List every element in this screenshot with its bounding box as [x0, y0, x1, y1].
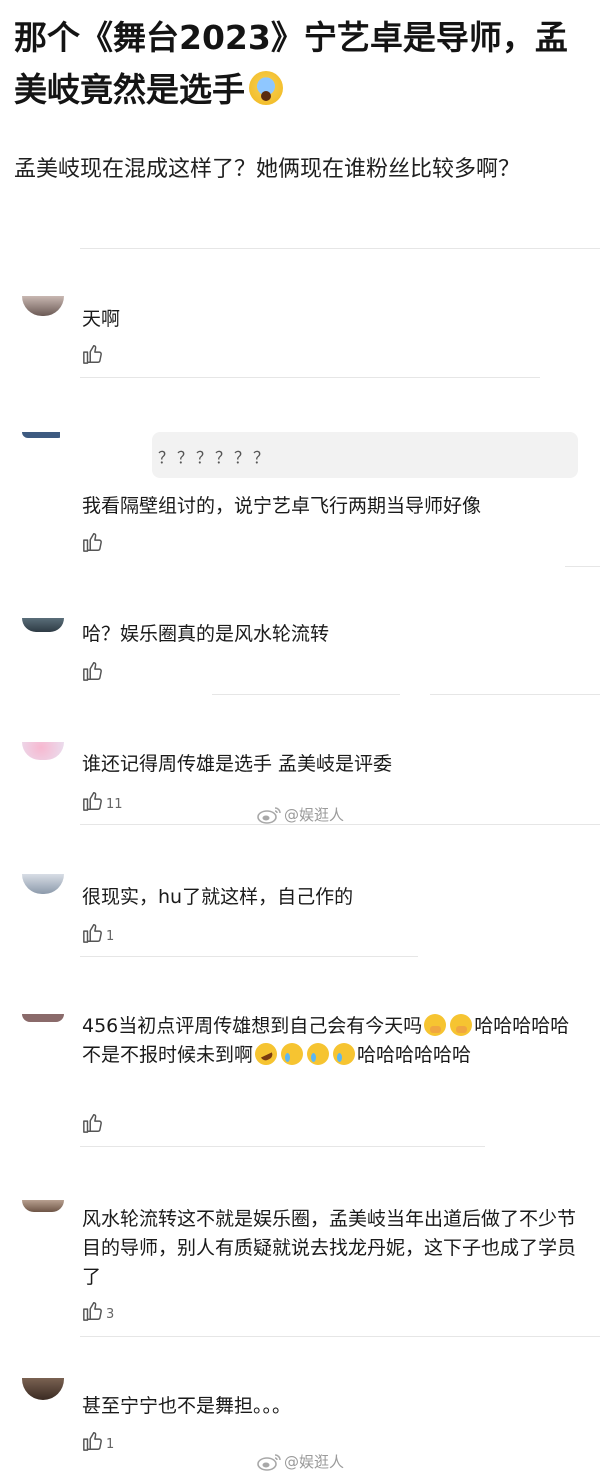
thumbs-up-icon	[83, 1114, 102, 1133]
comment-text: 456当初点评周传雄想到自己会有今天吗 哈哈哈哈哈不是不报时候未到啊 哈哈哈哈哈哈	[82, 1012, 582, 1070]
avatar[interactable]	[22, 432, 64, 438]
thumbs-up-icon	[83, 1302, 102, 1321]
thumbs-up-icon	[83, 924, 102, 943]
avatar[interactable]	[22, 874, 64, 894]
like-button[interactable]: 1	[82, 1430, 114, 1452]
like-button[interactable]: 3	[82, 1300, 114, 1322]
avatar[interactable]	[22, 742, 64, 760]
comment-text: 哈？娱乐圈真的是风水轮流转	[82, 623, 330, 645]
divider	[430, 694, 600, 695]
like-button[interactable]: 11	[82, 790, 123, 812]
hand-over-mouth-emoji-icon	[450, 1014, 473, 1036]
post-title: 那个《舞台2023》宁艺卓是导师，孟美岐竟然是选手	[14, 12, 574, 116]
reply-quote-text: ？？？？？？	[158, 448, 273, 467]
comment-text: 风水轮流转这不就是娱乐圈，孟美岐当年出道后做了不少节目的导师，别人有质疑就说去找…	[82, 1208, 577, 1288]
divider	[212, 694, 400, 695]
divider	[80, 956, 418, 957]
hand-over-mouth-emoji-icon	[424, 1014, 447, 1036]
like-button[interactable]: 1	[82, 922, 114, 944]
watermark-text: @娱逛人	[284, 1453, 345, 1471]
post-title-text: 那个《舞台2023》宁艺卓是导师，孟美岐竟然是选手	[14, 18, 568, 109]
rofl-emoji-icon	[251, 1039, 281, 1069]
crying-emoji-icon	[281, 1043, 304, 1065]
avatar[interactable]	[22, 1014, 64, 1022]
divider	[80, 1146, 485, 1147]
watermark: @娱逛人	[256, 1451, 344, 1472]
comment-text: 谁还记得周传雄是选手 孟美岐是评委	[82, 753, 393, 775]
comment-text: 天啊	[82, 308, 121, 330]
avatar[interactable]	[22, 1378, 64, 1400]
divider	[80, 824, 600, 825]
like-count: 11	[106, 797, 123, 812]
like-count: 1	[106, 929, 115, 944]
thumbs-up-icon	[83, 662, 102, 681]
thumbs-up-icon	[83, 792, 102, 811]
thumbs-up-icon	[83, 345, 102, 364]
comment-text: 我看隔壁组讨的，说宁艺卓飞行两期当导师好像	[82, 495, 482, 517]
avatar[interactable]	[22, 296, 64, 316]
watermark: @娱逛人	[256, 804, 344, 825]
watermark-text: @娱逛人	[284, 806, 345, 824]
comment-text-part: 哈哈哈哈哈哈	[357, 1044, 472, 1066]
like-count: 3	[106, 1307, 115, 1322]
like-button[interactable]	[82, 531, 106, 553]
divider	[80, 377, 540, 378]
crying-emoji-icon	[333, 1043, 356, 1065]
divider	[80, 1336, 600, 1337]
divider	[565, 566, 600, 567]
like-button[interactable]	[82, 660, 106, 682]
post-body: 孟美岐现在混成这样了？她俩现在谁粉丝比较多啊？	[14, 157, 521, 182]
divider	[80, 248, 600, 249]
crying-emoji-icon	[307, 1043, 330, 1065]
like-button[interactable]	[82, 343, 106, 365]
reply-quote-mask	[60, 432, 152, 478]
thumbs-up-icon	[83, 1432, 102, 1451]
avatar[interactable]	[22, 1200, 64, 1212]
like-count: 1	[106, 1437, 115, 1452]
comment-text: 甚至宁宁也不是舞担。。。	[82, 1395, 292, 1417]
avatar[interactable]	[22, 618, 64, 632]
comment-text-part: 456当初点评周传雄想到自己会有今天吗	[82, 1015, 423, 1037]
weibo-logo-icon	[257, 806, 281, 824]
scream-face-icon	[249, 71, 283, 105]
weibo-logo-icon	[257, 1453, 281, 1471]
like-button[interactable]	[82, 1112, 106, 1134]
thumbs-up-icon	[83, 533, 102, 552]
comment-text: 很现实，hu了就这样，自己作的	[82, 886, 354, 908]
